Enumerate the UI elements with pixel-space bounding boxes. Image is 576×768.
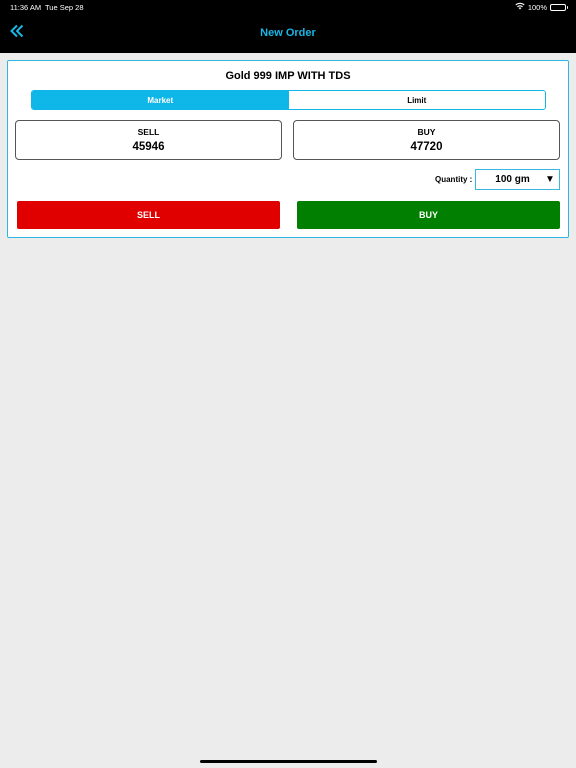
status-indicators: 100%: [515, 2, 568, 12]
quantity-label: Quantity :: [435, 175, 473, 184]
quantity-select[interactable]: 100 gm ▼: [475, 169, 560, 190]
sell-price-box: SELL 45946: [15, 120, 282, 160]
buy-price-label: BUY: [417, 127, 436, 137]
status-time: 11:36 AM: [10, 3, 42, 12]
product-title: Gold 999 IMP WITH TDS: [225, 70, 351, 82]
sell-price-label: SELL: [137, 127, 160, 137]
order-type-tabs: Market Limit: [31, 90, 546, 110]
dropdown-triangle-icon: ▼: [545, 174, 555, 185]
battery-icon: [550, 3, 568, 11]
order-card: Gold 999 IMP WITH TDS Market Limit SELL …: [7, 60, 569, 238]
tab-market[interactable]: Market: [32, 91, 289, 109]
status-date: Tue Sep 28: [45, 3, 84, 12]
status-bar: 11:36 AM Tue Sep 28 100%: [0, 0, 576, 14]
buy-button[interactable]: BUY: [297, 201, 560, 229]
battery-percent: 100%: [527, 2, 547, 12]
sell-price-value: 45946: [132, 141, 165, 153]
nav-bar: New Order: [0, 14, 576, 53]
page-title: New Order: [260, 27, 316, 39]
home-indicator[interactable]: [200, 760, 377, 763]
sell-button[interactable]: SELL: [17, 201, 280, 229]
buy-price-box: BUY 47720: [293, 120, 560, 160]
wifi-icon: [515, 2, 525, 12]
tab-limit[interactable]: Limit: [288, 91, 545, 109]
buy-price-value: 47720: [410, 141, 443, 153]
quantity-value: 100 gm: [495, 174, 530, 185]
